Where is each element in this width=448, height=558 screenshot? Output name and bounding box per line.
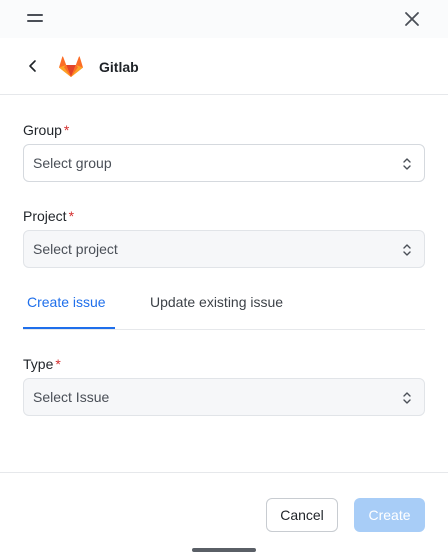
updown-chevron-icon: [403, 392, 411, 404]
issue-mode-tabs: Create issue Update existing issue: [23, 281, 425, 330]
close-icon[interactable]: [403, 10, 421, 28]
type-select[interactable]: Select Issue: [23, 378, 425, 416]
back-icon[interactable]: [26, 59, 40, 73]
project-select-value: Select project: [33, 241, 118, 257]
cancel-button[interactable]: Cancel: [266, 498, 338, 532]
top-bar: [0, 0, 448, 38]
project-label: Project *: [23, 208, 74, 224]
integration-header: Gitlab: [0, 38, 448, 95]
home-indicator: [192, 548, 256, 552]
active-tab-indicator: [23, 327, 115, 329]
tab-create-issue[interactable]: Create issue: [27, 294, 106, 310]
group-select[interactable]: Select group: [23, 144, 425, 182]
updown-chevron-icon: [403, 244, 411, 256]
group-label: Group *: [23, 122, 69, 138]
required-mark: *: [63, 122, 70, 138]
required-mark: *: [55, 356, 61, 372]
create-button[interactable]: Create: [354, 498, 425, 532]
menu-icon[interactable]: [27, 14, 43, 24]
required-mark: *: [68, 208, 75, 224]
project-label-text: Project: [23, 208, 67, 224]
integration-title: Gitlab: [99, 59, 139, 75]
gitlab-logo: [59, 56, 83, 77]
group-select-value: Select group: [33, 155, 112, 171]
type-label-text: Type: [23, 356, 54, 372]
gitlab-integration-panel: Gitlab Group * Select group Project * Sele…: [0, 0, 448, 558]
footer-divider: [0, 472, 448, 473]
tab-update-existing-issue[interactable]: Update existing issue: [150, 294, 283, 310]
project-select[interactable]: Select project: [23, 230, 425, 268]
group-label-text: Group: [23, 122, 62, 138]
updown-chevron-icon: [403, 158, 411, 170]
type-select-value: Select Issue: [33, 389, 110, 405]
type-label: Type *: [23, 356, 61, 372]
